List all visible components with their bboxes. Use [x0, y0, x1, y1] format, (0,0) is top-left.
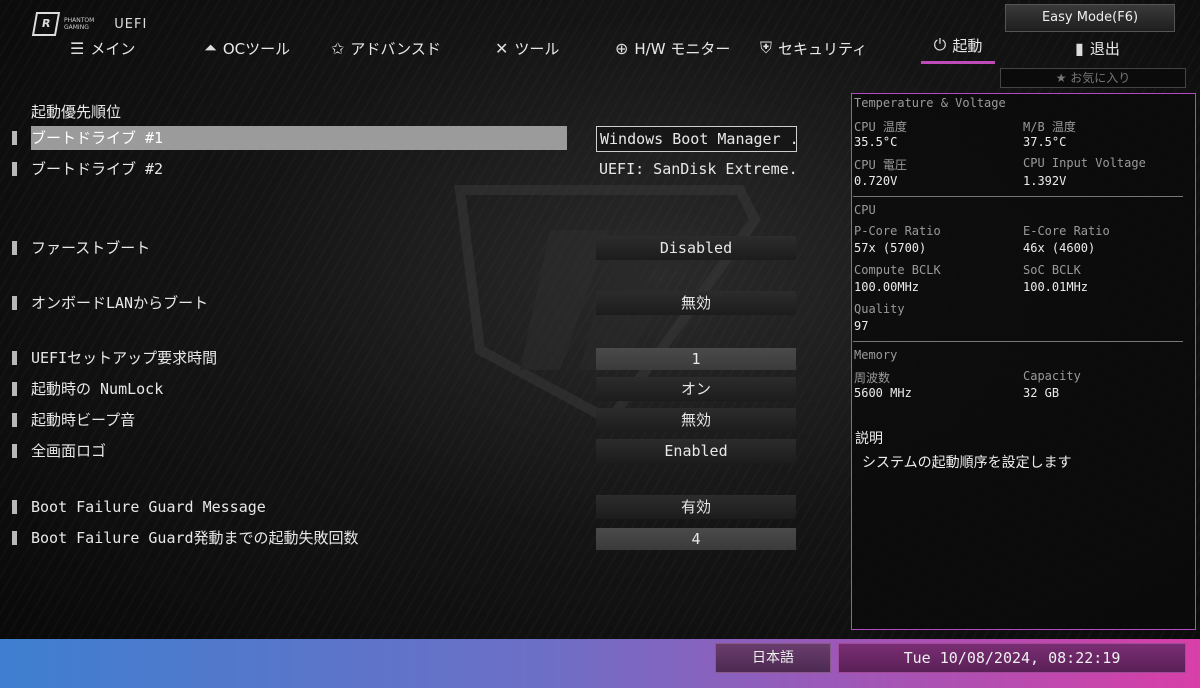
- divider: [853, 341, 1183, 342]
- boot-failure-guard-count-input[interactable]: 4: [596, 528, 796, 550]
- pcore-label: P-Core Ratio: [854, 224, 941, 238]
- brand-line1: PHANTOM: [64, 17, 95, 24]
- setting-label: 起動時ビープ音: [31, 411, 136, 429]
- uefi-label: UEFI: [114, 16, 148, 32]
- tab-boot[interactable]: ⏻ 起動: [921, 33, 995, 64]
- star-icon: ✩: [331, 38, 345, 58]
- tab-label: OCツール: [222, 39, 291, 58]
- boot-from-lan-dropdown[interactable]: 無効: [596, 291, 796, 315]
- brand-line2: GAMING: [64, 24, 89, 31]
- cpu-temp-label: CPU 温度: [854, 120, 907, 134]
- brand-name: PHANTOM GAMING: [64, 17, 94, 31]
- brand-badge-icon: R: [31, 12, 61, 36]
- setting-label: Boot Failure Guard発動までの起動失敗回数: [31, 529, 359, 547]
- row-marker: [12, 444, 17, 458]
- divider: [853, 196, 1183, 197]
- shield-icon: ⛨: [760, 38, 773, 57]
- numlock-dropdown[interactable]: オン: [596, 377, 796, 401]
- boot-option-1-value[interactable]: Windows Boot Manager ...: [596, 126, 797, 152]
- language-button[interactable]: 日本語: [715, 643, 831, 673]
- rocket-icon: ⏶: [204, 38, 217, 57]
- exit-door-icon: ▮: [1075, 38, 1084, 58]
- boot-beep-dropdown[interactable]: 無効: [596, 408, 796, 432]
- boot-option-2-value[interactable]: UEFI: SanDisk Extreme...: [599, 157, 799, 181]
- grid-list-icon: ☰: [70, 38, 85, 58]
- tab-label: 起動: [952, 36, 983, 55]
- quality-label: Quality: [854, 302, 905, 316]
- full-screen-logo-dropdown[interactable]: Enabled: [596, 439, 796, 463]
- setting-label: オンボードLANからブート: [31, 294, 209, 312]
- pcore-value: 57x (5700): [854, 241, 927, 255]
- cpu-temp-value: 35.5°C: [854, 135, 898, 149]
- ecore-label: E-Core Ratio: [1023, 224, 1110, 238]
- cpu-input-label: CPU Input Voltage: [1023, 156, 1146, 170]
- setting-label: ブートドライブ #1: [31, 126, 567, 150]
- description-title: 説明: [855, 431, 883, 447]
- bclk-label: Compute BCLK: [854, 263, 941, 277]
- soc-label: SoC BCLK: [1023, 263, 1081, 277]
- cpu-input-value: 1.392V: [1023, 174, 1067, 188]
- ecore-value: 46x (4600): [1023, 241, 1096, 255]
- row-marker: [12, 413, 17, 427]
- tv-title: Temperature & Voltage: [854, 96, 1006, 110]
- row-marker: [12, 241, 17, 255]
- easy-mode-button[interactable]: Easy Mode(F6): [1005, 4, 1175, 32]
- description-text: システムの起動順序を設定します: [862, 455, 1072, 471]
- tab-label: ツール: [514, 39, 560, 58]
- quality-value: 97: [854, 319, 869, 333]
- brand-logo: R PHANTOM GAMING UEFI: [31, 12, 148, 36]
- soc-value: 100.01MHz: [1023, 280, 1089, 294]
- tab-label: 退出: [1089, 39, 1120, 58]
- memory-section-title: Memory: [854, 348, 898, 362]
- setting-label: 全画面ロゴ: [31, 442, 107, 460]
- row-marker: [12, 296, 17, 310]
- freq-value: 5600 MHz: [854, 386, 912, 400]
- tab-label: H/W モニター: [634, 39, 731, 58]
- tab-tool[interactable]: ✕ ツール: [495, 36, 559, 60]
- row-marker: [12, 351, 17, 365]
- setting-label: Boot Failure Guard Message: [31, 498, 266, 516]
- row-marker: [12, 500, 17, 514]
- setting-label: ファーストブート: [31, 239, 151, 257]
- cpu-volt-label: CPU 電圧: [854, 158, 907, 172]
- crosshair-icon: ⊕: [615, 38, 629, 58]
- row-marker: [12, 162, 17, 176]
- tab-label: アドバンスド: [350, 39, 441, 58]
- bclk-value: 100.00MHz: [854, 280, 920, 294]
- row-marker: [12, 382, 17, 396]
- capacity-value: 32 GB: [1023, 386, 1060, 400]
- tab-hw-monitor[interactable]: ⊕ H/W モニター: [615, 36, 730, 60]
- setup-prompt-timeout-input[interactable]: 1: [596, 348, 796, 370]
- power-icon: ⏻: [933, 35, 947, 54]
- boot-failure-guard-message-dropdown[interactable]: 有効: [596, 495, 796, 519]
- mb-temp-label: M/B 温度: [1023, 120, 1076, 134]
- favorites-button[interactable]: ★ お気に入り: [1000, 68, 1186, 88]
- setting-label: ブートドライブ #2: [31, 160, 164, 178]
- tab-main[interactable]: ☰ メイン: [70, 36, 135, 60]
- section-title: 起動優先順位: [31, 103, 122, 121]
- tab-oc-tweaker[interactable]: ⏶ OCツール: [204, 36, 290, 60]
- setting-label: 起動時の NumLock: [31, 380, 164, 398]
- fast-boot-dropdown[interactable]: Disabled: [596, 236, 796, 260]
- datetime-display: Tue 10/08/2024, 08:22:19: [838, 643, 1186, 673]
- cpu-section-title: CPU: [854, 203, 876, 217]
- freq-label: 周波数: [854, 371, 891, 385]
- row-marker: [12, 531, 17, 545]
- row-marker: [12, 131, 17, 145]
- cpu-volt-value: 0.720V: [854, 174, 898, 188]
- tab-label: セキュリティ: [778, 39, 868, 58]
- capacity-label: Capacity: [1023, 369, 1081, 383]
- tab-security[interactable]: ⛨ セキュリティ: [760, 36, 867, 60]
- tab-advanced[interactable]: ✩ アドバンスド: [331, 36, 441, 60]
- hw-monitor-panel: Temperature & Voltage CPU 温度 35.5°C M/B …: [851, 93, 1196, 630]
- tools-icon: ✕: [495, 38, 509, 58]
- setting-label: UEFIセットアップ要求時間: [31, 349, 218, 367]
- tab-label: メイン: [90, 39, 136, 58]
- tab-exit[interactable]: ▮ 退出: [1075, 36, 1120, 60]
- mb-temp-value: 37.5°C: [1023, 135, 1067, 149]
